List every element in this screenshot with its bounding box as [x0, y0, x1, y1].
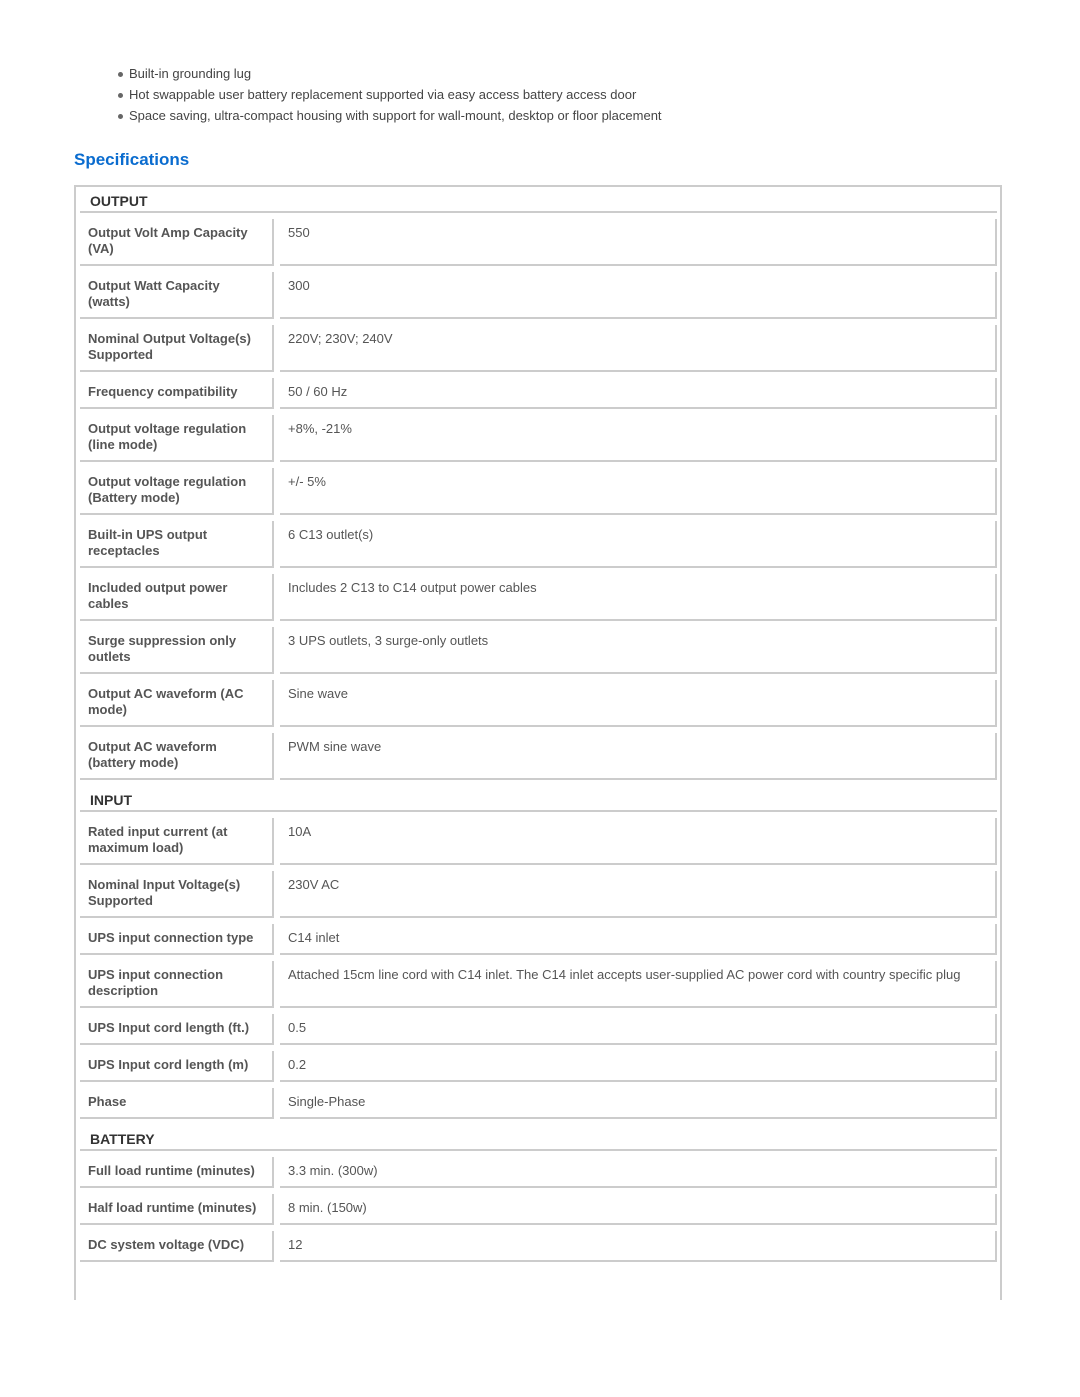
table-row: Output AC waveform (battery mode) PWM sin…: [80, 733, 997, 780]
feature-item: Space saving, ultra-compact housing with…: [116, 105, 662, 126]
table-row: Frequency compatibility 50 / 60 Hz: [80, 378, 997, 409]
specifications-heading: Specifications: [74, 150, 190, 169]
spec-value: 220V; 230V; 240V: [280, 325, 997, 372]
spec-value: 230V AC: [280, 871, 997, 918]
spec-label: Frequency compatibility: [80, 378, 274, 409]
table-row: UPS Input cord length (ft.) 0.5: [80, 1014, 997, 1045]
spec-value: 3.3 min. (300w): [280, 1157, 997, 1188]
table-row: UPS input connection description Attached…: [80, 961, 997, 1008]
spec-value: Attached 15cm line cord with C14 inlet. …: [280, 961, 997, 1008]
spec-label: Surge suppression only outlets: [80, 627, 274, 674]
spec-table: OUTPUT Output Volt Amp Capacity (VA) 550 Ou…: [74, 185, 1002, 1300]
table-row: Nominal Output Voltage(s) Supported 220V;…: [80, 325, 997, 372]
section-header: OUTPUT: [80, 187, 997, 213]
spec-label: Phase: [80, 1088, 274, 1119]
spec-label: Output AC waveform (AC mode): [80, 680, 274, 727]
page: Built-in grounding lug Hot swappable use…: [0, 0, 1080, 1397]
spec-value: 3 UPS outlets, 3 surge-only outlets: [280, 627, 997, 674]
table-row: Full load runtime (minutes) 3.3 min. (300…: [80, 1157, 997, 1188]
feature-item: Hot swappable user battery replacement s…: [116, 84, 662, 105]
spec-label: UPS input connection description: [80, 961, 274, 1008]
spec-label: UPS Input cord length (ft.): [80, 1014, 274, 1045]
table-row: UPS input connection type C14 inlet: [80, 924, 997, 955]
spec-label: Output Volt Amp Capacity (VA): [80, 219, 274, 266]
table-row: Output voltage regulation (Battery mode)…: [80, 468, 997, 515]
spec-label: Output Watt Capacity (watts): [80, 272, 274, 319]
spec-value: Single-Phase: [280, 1088, 997, 1119]
table-row: Nominal Input Voltage(s) Supported 230V A…: [80, 871, 997, 918]
spec-label: Nominal Input Voltage(s) Supported: [80, 871, 274, 918]
spec-value: PWM sine wave: [280, 733, 997, 780]
spec-value: +/- 5%: [280, 468, 997, 515]
spec-label: Full load runtime (minutes): [80, 1157, 274, 1188]
table-row: Surge suppression only outlets 3 UPS outl…: [80, 627, 997, 674]
table-row: Output AC waveform (AC mode) Sine wave: [80, 680, 997, 727]
table-row: Included output power cables Includes 2 C…: [80, 574, 997, 621]
spec-value: 12: [280, 1231, 997, 1262]
table-row: UPS Input cord length (m) 0.2: [80, 1051, 997, 1082]
spec-value: 0.2: [280, 1051, 997, 1082]
spec-label: Nominal Output Voltage(s) Supported: [80, 325, 274, 372]
spec-value: Includes 2 C13 to C14 output power cable…: [280, 574, 997, 621]
table-row: Output voltage regulation (line mode) +8%…: [80, 415, 997, 462]
spec-value: 300: [280, 272, 997, 319]
spec-value: 550: [280, 219, 997, 266]
spec-value: 50 / 60 Hz: [280, 378, 997, 409]
spec-value: 10A: [280, 818, 997, 865]
table-row: DC system voltage (VDC) 12: [80, 1231, 997, 1262]
table-row: Output Watt Capacity (watts) 300: [80, 272, 997, 319]
spec-label: Output voltage regulation (line mode): [80, 415, 274, 462]
table-row: Half load runtime (minutes) 8 min. (150w): [80, 1194, 997, 1225]
spec-value: Sine wave: [280, 680, 997, 727]
table-row: Rated input current (at maximum load) 10A: [80, 818, 997, 865]
spec-label: Output AC waveform (battery mode): [80, 733, 274, 780]
section-header: INPUT: [80, 786, 997, 812]
spec-label: Built-in UPS output receptacles: [80, 521, 274, 568]
spec-value: 8 min. (150w): [280, 1194, 997, 1225]
spec-value: 0.5: [280, 1014, 997, 1045]
table-row: Output Volt Amp Capacity (VA) 550: [80, 219, 997, 266]
spec-value: C14 inlet: [280, 924, 997, 955]
feature-list: Built-in grounding lug Hot swappable use…: [116, 63, 662, 126]
spec-label: UPS input connection type: [80, 924, 274, 955]
table-row: Built-in UPS output receptacles 6 C13 out…: [80, 521, 997, 568]
section-header: BATTERY: [80, 1125, 997, 1151]
spec-value: 6 C13 outlet(s): [280, 521, 997, 568]
spec-label: UPS Input cord length (m): [80, 1051, 274, 1082]
feature-item: Built-in grounding lug: [116, 63, 662, 84]
spec-value: +8%, -21%: [280, 415, 997, 462]
spec-label: DC system voltage (VDC): [80, 1231, 274, 1262]
spec-label: Half load runtime (minutes): [80, 1194, 274, 1225]
table-row: Phase Single-Phase: [80, 1088, 997, 1119]
spec-label: Rated input current (at maximum load): [80, 818, 274, 865]
spec-label: Output voltage regulation (Battery mode): [80, 468, 274, 515]
spec-label: Included output power cables: [80, 574, 274, 621]
